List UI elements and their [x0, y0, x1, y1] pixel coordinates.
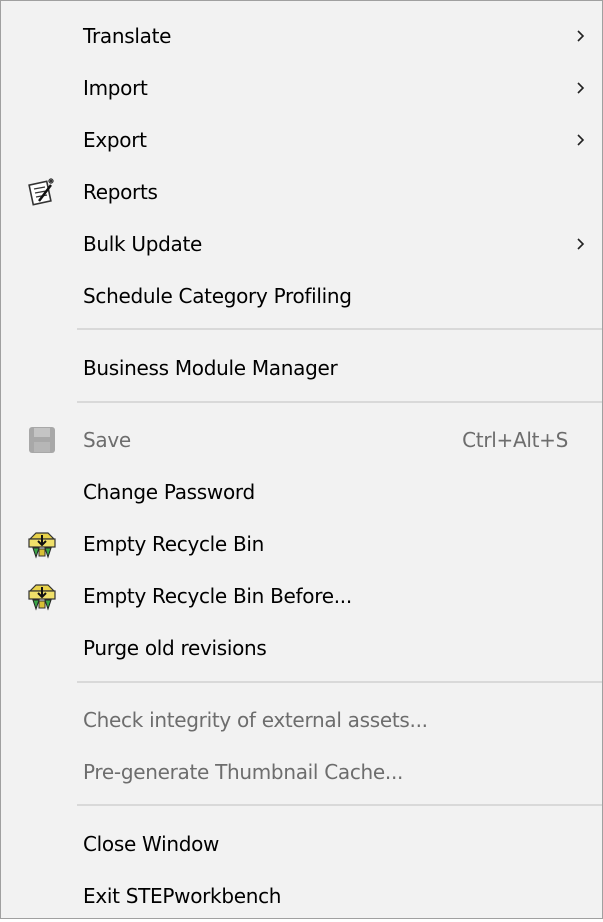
menu-item-translate[interactable]: Translate [1, 10, 602, 62]
menu-item-label: Empty Recycle Bin Before... [83, 584, 352, 608]
menu-item-close-window[interactable]: Close Window [1, 818, 602, 870]
menu-separator [77, 681, 602, 683]
menu-separator [77, 401, 602, 403]
menu-separator [77, 804, 602, 806]
menu-item-bulk-update[interactable]: Bulk Update [1, 218, 602, 270]
menu-item-check-integrity: Check integrity of external assets... [1, 694, 602, 746]
menu-item-label: Purge old revisions [83, 636, 267, 660]
menu-item-save: Save Ctrl+Alt+S [1, 414, 602, 466]
menu-item-empty-recycle-bin[interactable]: Empty Recycle Bin [1, 518, 602, 570]
menu-item-label: Exit STEPworkbench [83, 884, 282, 908]
menu-item-label: Schedule Category Profiling [83, 284, 352, 308]
menu-separator [77, 328, 602, 330]
keyboard-shortcut: Ctrl+Alt+S [462, 428, 568, 452]
menu-item-reports[interactable]: Reports [1, 166, 602, 218]
recycle-bin-icon [28, 532, 56, 559]
chevron-right-icon [577, 82, 585, 94]
context-menu: Translate Import Export Reports Bulk Upd… [0, 0, 603, 919]
menu-item-label: Bulk Update [83, 232, 203, 256]
chevron-right-icon [577, 134, 585, 146]
save-disk-icon [29, 427, 55, 453]
menu-item-import[interactable]: Import [1, 62, 602, 114]
menu-item-label: Import [83, 76, 148, 100]
menu-item-label: Save [83, 428, 131, 452]
menu-item-export[interactable]: Export [1, 114, 602, 166]
menu-item-label: Empty Recycle Bin [83, 532, 265, 556]
menu-item-label: Check integrity of external assets... [83, 708, 428, 732]
menu-item-label: Pre-generate Thumbnail Cache... [83, 760, 404, 784]
menu-item-pregenerate-thumbnail-cache: Pre-generate Thumbnail Cache... [1, 746, 602, 798]
menu-item-change-password[interactable]: Change Password [1, 466, 602, 518]
recycle-bin-icon [28, 584, 56, 611]
menu-item-empty-recycle-bin-before[interactable]: Empty Recycle Bin Before... [1, 570, 602, 622]
chevron-right-icon [577, 238, 585, 250]
menu-item-label: Change Password [83, 480, 255, 504]
report-wand-icon [28, 178, 54, 206]
menu-item-purge-old-revisions[interactable]: Purge old revisions [1, 622, 602, 674]
menu-item-label: Reports [83, 180, 158, 204]
menu-item-label: Business Module Manager [83, 356, 338, 380]
menu-item-label: Translate [83, 24, 172, 48]
menu-item-exit[interactable]: Exit STEPworkbench [1, 870, 602, 922]
menu-item-business-module-manager[interactable]: Business Module Manager [1, 342, 602, 394]
menu-item-label: Export [83, 128, 147, 152]
menu-item-schedule-category-profiling[interactable]: Schedule Category Profiling [1, 270, 602, 322]
menu-item-label: Close Window [83, 832, 220, 856]
chevron-right-icon [577, 30, 585, 42]
